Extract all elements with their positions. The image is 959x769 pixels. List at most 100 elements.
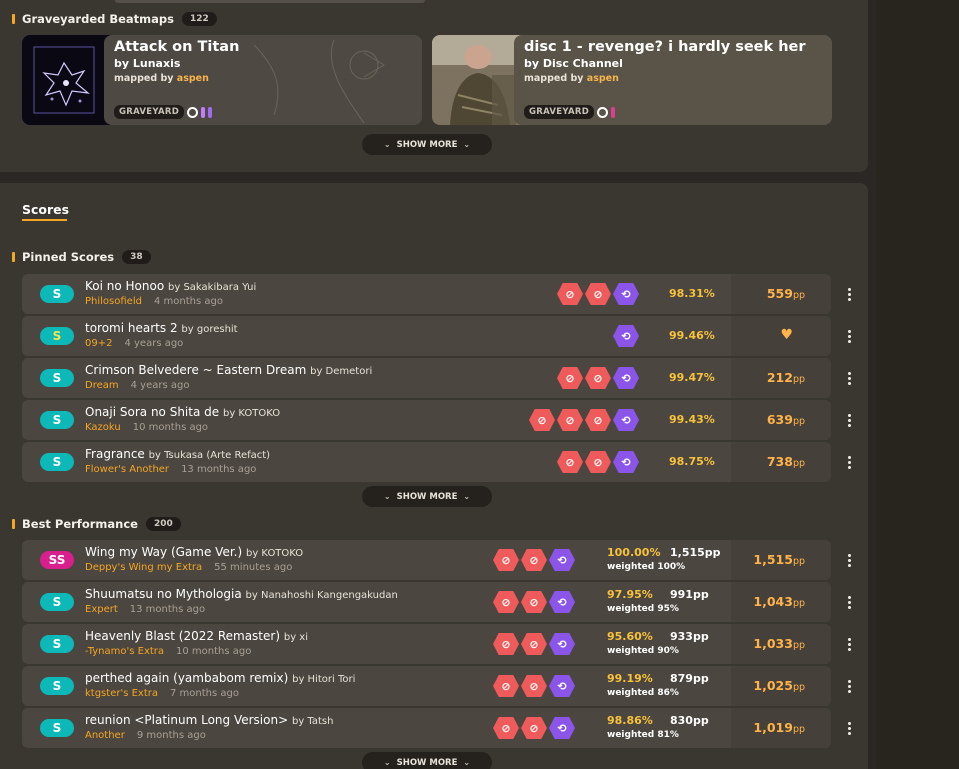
- mod-icons: ⊘ ⊘ ⟲: [493, 675, 575, 697]
- pinned-label: Pinned Scores: [22, 250, 115, 264]
- more-options-icon[interactable]: [848, 554, 852, 567]
- mod-icon: ⟲: [549, 591, 575, 613]
- song-artist: by Sakakibara Yui: [168, 282, 257, 293]
- song-artist: by Nanahoshi Kangengakudan: [245, 590, 398, 601]
- previous-card-edge: [115, 0, 425, 3]
- mapper-link[interactable]: aspen: [177, 73, 209, 84]
- difficulty-name[interactable]: Philosofield: [85, 296, 142, 307]
- score-sub-line: Another 9 months ago: [85, 730, 206, 741]
- mod-icons: ⊘ ⊘ ⟲: [493, 633, 575, 655]
- mapper-link[interactable]: aspen: [587, 73, 619, 84]
- song-title[interactable]: perthed again (yambabom remix): [85, 671, 288, 685]
- score-time: 55 minutes ago: [214, 562, 293, 573]
- song-title[interactable]: Heavenly Blast (2022 Remaster): [85, 629, 280, 643]
- rank-badge: S: [40, 635, 74, 653]
- more-options-icon[interactable]: [848, 680, 852, 693]
- score-sub-line: Philosofield 4 months ago: [85, 296, 223, 307]
- mod-icon: ⊘: [521, 549, 547, 571]
- tab-scores[interactable]: Scores: [22, 202, 69, 217]
- beatmap-cover-image: [22, 35, 112, 125]
- rank-badge: S: [40, 285, 74, 303]
- pp-number: 212: [766, 370, 793, 385]
- score-sub-line: -Tynamo's Extra 10 months ago: [85, 646, 251, 657]
- pp-value: 559pp: [767, 286, 805, 301]
- difficulty-name[interactable]: Dream: [85, 380, 119, 391]
- beatmap-info: disc 1 - revenge? i hardly seek her by D…: [514, 35, 832, 125]
- song-artist: by goreshit: [181, 324, 238, 335]
- more-options-icon[interactable]: [848, 722, 852, 735]
- more-options-icon[interactable]: [848, 288, 852, 301]
- pp-value: 1,025pp: [753, 678, 805, 693]
- pinned-show-more-button[interactable]: ⌄ SHOW MORE ⌄: [362, 486, 492, 507]
- weighted-percent: weighted 100%: [607, 562, 686, 572]
- beatmap-card[interactable]: Attack on Titan by Lunaxis mapped by asp…: [22, 35, 422, 125]
- pp-box: 639pp: [721, 400, 831, 440]
- pp-number: 1,515: [753, 552, 793, 567]
- pp-unit: pp: [792, 682, 805, 693]
- beatmap-title[interactable]: Attack on Titan: [114, 39, 412, 55]
- score-row[interactable]: S Heavenly Blast (2022 Remaster) by xi -Ty…: [22, 624, 831, 664]
- difficulty-name[interactable]: ktgster's Extra: [85, 688, 158, 699]
- beatmap-title[interactable]: disc 1 - revenge? i hardly seek her: [524, 39, 822, 55]
- mod-icon: ⟲: [613, 367, 639, 389]
- best-show-more-button[interactable]: ⌄ SHOW MORE ⌄: [362, 752, 492, 769]
- more-options-icon[interactable]: [848, 456, 852, 469]
- mod-icon: ⟲: [613, 451, 639, 473]
- score-row[interactable]: S Shuumatsu no Mythologia by Nanahoshi Ka…: [22, 582, 831, 622]
- pp-unit: pp: [792, 598, 805, 609]
- song-title[interactable]: Koi no Honoo: [85, 279, 164, 293]
- score-row[interactable]: Sperthed again (yambabom remix) by Hitor…: [22, 666, 831, 706]
- song-title[interactable]: Onaji Sora no Shita de: [85, 405, 219, 419]
- score-sub-line: Kazoku 10 months ago: [85, 422, 208, 433]
- accuracy: 98.86%: [607, 714, 653, 727]
- beatmap-status-row: GRAVEYARD: [114, 105, 213, 119]
- song-title[interactable]: toromi hearts 2: [85, 321, 178, 335]
- difficulty-name[interactable]: 09+2: [85, 338, 112, 349]
- score-row[interactable]: S Fragrance by Tsukasa (Arte Refact) Flowe…: [22, 442, 831, 482]
- mod-icon: ⊘: [585, 409, 611, 431]
- more-options-icon[interactable]: [848, 372, 852, 385]
- graveyarded-panel: Graveyarded Beatmaps 122 Attack on Titan…: [0, 0, 868, 172]
- song-title[interactable]: Shuumatsu no Mythologia: [85, 587, 242, 601]
- score-row[interactable]: S Onaji Sora no Shita de by KOTOKO Kazoku 1…: [22, 400, 831, 440]
- weighted-percent: weighted 86%: [607, 688, 679, 698]
- score-title-line: Wing my Way (Game Ver.) by KOTOKO: [85, 545, 303, 559]
- difficulty-pip: [611, 106, 616, 118]
- score-title-line: Onaji Sora no Shita de by KOTOKO: [85, 405, 280, 419]
- chevron-down-icon: ⌄: [383, 492, 391, 501]
- song-title[interactable]: Crimson Belvedere ~ Eastern Dream: [85, 363, 306, 377]
- score-time: 9 months ago: [136, 730, 206, 741]
- beatmap-cover-image: [432, 35, 522, 125]
- more-options-icon[interactable]: [848, 596, 852, 609]
- score-row[interactable]: SS Wing my Way (Game Ver.) by KOTOKO Deppy…: [22, 540, 831, 580]
- pp-number: 1,025: [753, 678, 793, 693]
- difficulty-name[interactable]: Kazoku: [85, 422, 121, 433]
- pp-value: 1,043pp: [753, 594, 805, 609]
- score-row[interactable]: S Koi no Honoo by Sakakibara Yui Philosofi…: [22, 274, 831, 314]
- song-title[interactable]: Fragrance: [85, 447, 145, 461]
- song-title[interactable]: Wing my Way (Game Ver.): [85, 545, 242, 559]
- mod-icon: ⟲: [549, 675, 575, 697]
- more-options-icon[interactable]: [848, 414, 852, 427]
- accuracy: 99.47%: [669, 371, 715, 384]
- song-title[interactable]: reunion <Platinum Long Version>: [85, 713, 288, 727]
- pp-value: 639pp: [767, 412, 805, 427]
- difficulty-name[interactable]: Flower's Another: [85, 464, 169, 475]
- more-options-icon[interactable]: [848, 638, 852, 651]
- score-row[interactable]: Storomi hearts 2 by goreshit 09+2 4 years …: [22, 316, 831, 356]
- difficulty-name[interactable]: -Tynamo's Extra: [85, 646, 164, 657]
- score-title-line: perthed again (yambabom remix) by Hitori…: [85, 671, 355, 685]
- difficulty-name[interactable]: Another: [85, 730, 125, 741]
- accuracy: 99.43%: [669, 413, 715, 426]
- difficulty-name[interactable]: Expert: [85, 604, 118, 615]
- beatmap-mapper-line: mapped by aspen: [524, 73, 822, 84]
- score-row[interactable]: Sreunion <Platinum Long Version> by Tats…: [22, 708, 831, 748]
- beatmap-card[interactable]: disc 1 - revenge? i hardly seek her by D…: [432, 35, 832, 125]
- more-options-icon[interactable]: [848, 330, 852, 343]
- graveyarded-show-more-button[interactable]: ⌄ SHOW MORE ⌄: [362, 134, 492, 155]
- score-row[interactable]: S Crimson Belvedere ~ Eastern Dream by De…: [22, 358, 831, 398]
- rank-badge: S: [40, 327, 74, 345]
- difficulty-name[interactable]: Deppy's Wing my Extra: [85, 562, 202, 573]
- rank-badge: S: [40, 453, 74, 471]
- mod-icon: ⊘: [557, 367, 583, 389]
